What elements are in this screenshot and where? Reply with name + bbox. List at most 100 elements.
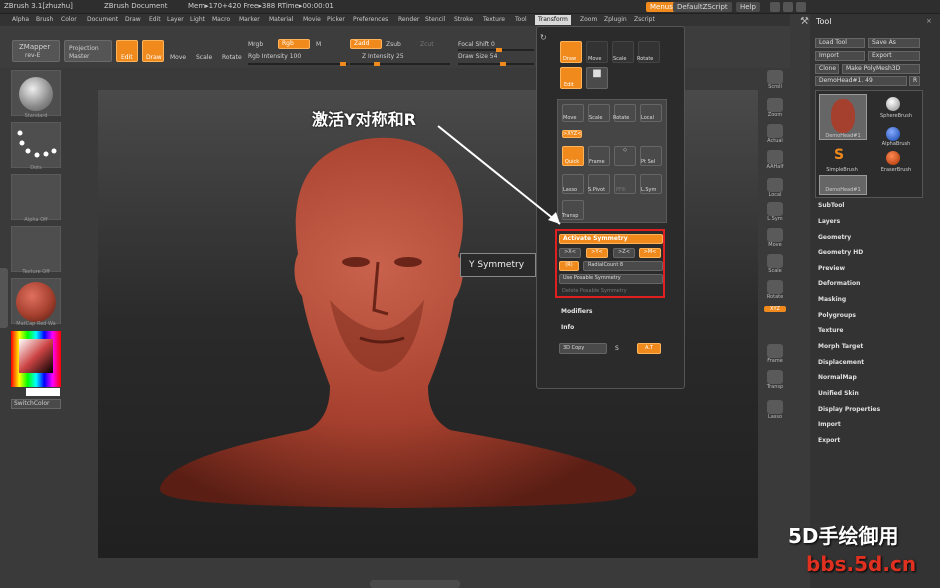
rgb-intensity-track[interactable] (248, 62, 348, 66)
copy-at-button[interactable]: A.T (637, 343, 661, 354)
close-icon[interactable] (796, 2, 806, 12)
scale-button[interactable]: Scale (196, 54, 212, 61)
modifiers-section[interactable]: Modifiers (561, 308, 593, 315)
menu-picker[interactable]: Picker (327, 16, 345, 23)
draw-button[interactable]: Draw (142, 40, 164, 62)
zsub-button[interactable]: Zsub (386, 41, 401, 48)
menu-macro[interactable]: Macro (212, 16, 230, 23)
texture-thumb[interactable] (11, 226, 61, 272)
tool-close-icon[interactable]: × (926, 17, 932, 25)
gizmo-scale-button[interactable]: Scale (588, 104, 610, 122)
copy-s-button[interactable]: S (615, 345, 619, 352)
subtool-section[interactable]: SubTool (818, 202, 844, 209)
projection-master-button[interactable]: Projection Master (64, 40, 112, 62)
help-button[interactable]: Help (736, 2, 760, 12)
menu-marker[interactable]: Marker (239, 16, 260, 23)
deformation-section[interactable]: Deformation (818, 280, 860, 287)
snapshot-camera-button[interactable]: ■ (586, 67, 608, 89)
lsym-panel-button[interactable]: L.Sym (640, 174, 662, 194)
color-picker[interactable] (11, 331, 61, 387)
sphere-brush-icon[interactable] (886, 97, 900, 111)
material-thumb[interactable] (11, 278, 61, 324)
xyz-rotate-button[interactable]: XYZ (764, 306, 786, 312)
scale-view-button[interactable]: Scale (764, 254, 786, 274)
default-zscript-button[interactable]: DefaultZScript (673, 2, 732, 12)
masking-section[interactable]: Masking (818, 296, 846, 303)
focal-shift-track[interactable] (458, 48, 534, 52)
panel-move-button[interactable]: Move (586, 41, 608, 63)
menu-document[interactable]: Document (87, 16, 118, 23)
tool-export-button[interactable]: Export (868, 51, 920, 61)
rotate-button[interactable]: Rotate (222, 54, 242, 61)
panel-scale-button[interactable]: Scale (612, 41, 634, 63)
tool-r-button[interactable]: R (909, 76, 920, 86)
unified-skin-section[interactable]: Unified Skin (818, 390, 859, 397)
menu-stencil[interactable]: Stencil (425, 16, 445, 23)
left-tray-handle[interactable] (0, 268, 8, 328)
geometry-section[interactable]: Geometry (818, 234, 851, 241)
ptsel-button[interactable]: Pt Sel (640, 146, 662, 166)
load-tool-button[interactable]: Load Tool (815, 38, 865, 48)
layers-section[interactable]: Layers (818, 218, 840, 225)
panel-rotate-button[interactable]: Rotate (637, 41, 660, 63)
brush-standard-thumb[interactable] (11, 70, 61, 116)
z-intensity-slider[interactable]: Z Intensity 25 (362, 53, 404, 60)
minimize-icon[interactable] (770, 2, 780, 12)
transp-button[interactable]: Transp (764, 370, 786, 390)
make-polymesh-button[interactable]: Make PolyMesh3D (842, 64, 920, 74)
zoom-button[interactable]: Zoom (764, 98, 786, 118)
rotate-view-button[interactable]: Rotate (764, 280, 786, 300)
move-view-button[interactable]: Move (764, 228, 786, 248)
menu-stroke[interactable]: Stroke (454, 16, 473, 23)
menu-material[interactable]: Material (269, 16, 293, 23)
menu-zplugin[interactable]: Zplugin (604, 16, 627, 23)
lasso-button[interactable]: Lasso (764, 400, 786, 420)
mrgb-button[interactable]: Mrgb (248, 41, 263, 48)
display-properties-section[interactable]: Display Properties (818, 406, 880, 413)
edit-button[interactable]: Edit (116, 40, 138, 62)
geometry-hd-section[interactable]: Geometry HD (818, 249, 863, 256)
frame-panel-button[interactable]: Frame (588, 146, 610, 166)
lsym-button[interactable]: L.Sym (764, 202, 786, 222)
zcut-button[interactable]: Zcut (420, 41, 434, 48)
menu-zoom[interactable]: Zoom (580, 16, 597, 23)
cube-view-button[interactable]: ◇ (614, 146, 636, 166)
bottom-tray-handle[interactable] (370, 580, 460, 588)
displacement-section[interactable]: Displacement (818, 359, 864, 366)
refresh-icon[interactable]: ↻ (540, 33, 547, 42)
gizmo-local-button[interactable]: Local (640, 104, 662, 122)
rgb-button[interactable]: Rgb (278, 39, 310, 49)
polygroups-section[interactable]: Polygroups (818, 312, 856, 319)
menu-light[interactable]: Light (190, 16, 205, 23)
draw-size-slider[interactable]: Draw Size 54 (458, 53, 497, 60)
pfill-button[interactable]: PFill (614, 174, 636, 194)
menu-brush[interactable]: Brush (36, 16, 53, 23)
menu-zscript[interactable]: Zscript (634, 16, 655, 23)
m-button[interactable]: M (316, 41, 321, 48)
preview-section[interactable]: Preview (818, 265, 845, 272)
switch-color-button[interactable]: SwitchColor (11, 399, 61, 409)
focal-shift-slider[interactable]: Focal Shift 0 (458, 41, 495, 48)
texture-section[interactable]: Texture (818, 327, 843, 334)
menu-edit[interactable]: Edit (149, 16, 161, 23)
tool-import-button[interactable]: Import (815, 51, 865, 61)
info-section[interactable]: Info (561, 324, 574, 331)
menu-draw[interactable]: Draw (125, 16, 141, 23)
menu-layer[interactable]: Layer (167, 16, 184, 23)
menu-tool[interactable]: Tool (515, 16, 527, 23)
z-intensity-track[interactable] (350, 62, 450, 66)
stroke-dots-thumb[interactable] (11, 122, 61, 168)
panel-draw-button[interactable]: Draw (560, 41, 582, 63)
simple-brush-icon[interactable]: S (834, 147, 848, 163)
menu-texture[interactable]: Texture (483, 16, 505, 23)
maximize-icon[interactable] (783, 2, 793, 12)
spivot-button[interactable]: S.Pivot (588, 174, 610, 194)
local-button[interactable]: Local (764, 178, 786, 198)
current-tool-slider[interactable]: DemoHead#1. 49 (815, 76, 907, 86)
move-button[interactable]: Move (170, 54, 186, 61)
alpha-thumb[interactable] (11, 174, 61, 220)
actual-button[interactable]: Actual (764, 124, 786, 144)
zadd-button[interactable]: Zadd (350, 39, 382, 49)
rgb-intensity-slider[interactable]: Rgb Intensity 100 (248, 53, 301, 60)
menu-alpha[interactable]: Alpha (12, 16, 29, 23)
